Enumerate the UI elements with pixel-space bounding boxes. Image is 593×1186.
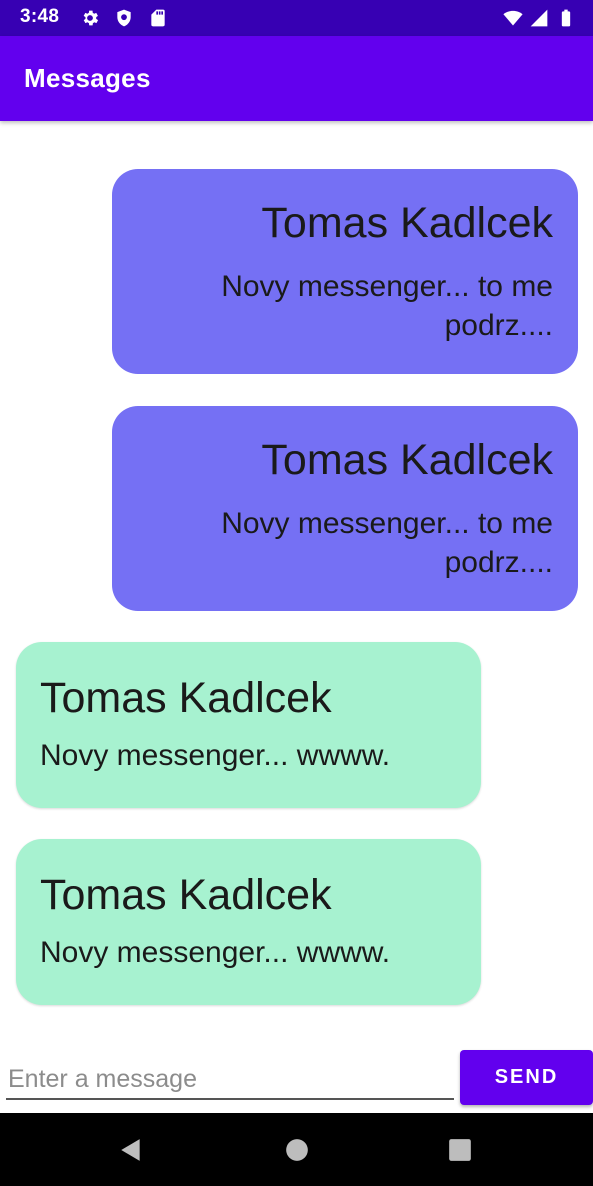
status-bar: 3:48 <box>0 0 593 36</box>
app-bar: Messages <box>0 36 593 121</box>
status-time: 3:48 <box>20 6 60 27</box>
sd-card-icon <box>148 8 168 28</box>
gear-icon <box>80 8 100 28</box>
message-sender: Tomas Kadlcek <box>40 674 332 722</box>
shield-icon <box>114 8 134 28</box>
message-sender: Tomas Kadlcek <box>261 199 553 247</box>
message-sender: Tomas Kadlcek <box>261 436 553 484</box>
message-text: Novy messenger... wwww. <box>40 739 391 772</box>
message-bubble-received[interactable]: Tomas Kadlcek Novy messenger... wwww. <box>16 839 481 1005</box>
message-bubble-sent[interactable]: Tomas Kadlcek Novy messenger... to me pod… <box>112 406 578 611</box>
message-bubble-received[interactable]: Tomas Kadlcek Novy messenger... wwww. <box>16 642 481 808</box>
message-text: Novy messenger... wwww. <box>40 936 391 969</box>
back-icon[interactable] <box>118 1137 144 1163</box>
message-text-line: Novy messenger... to me <box>221 270 553 303</box>
message-text-line: podrz.... <box>444 309 553 342</box>
battery-icon <box>556 8 576 28</box>
message-text: Novy messenger... to me podrz.... <box>137 267 553 345</box>
message-bubble-sent[interactable]: Tomas Kadlcek Novy messenger... to me pod… <box>112 169 578 374</box>
message-text-line: podrz.... <box>444 546 553 579</box>
message-sender: Tomas Kadlcek <box>40 871 332 919</box>
wifi-icon <box>503 8 523 28</box>
message-text: Novy messenger... to me podrz.... <box>137 504 553 582</box>
message-text-line: Novy messenger... to me <box>221 507 553 540</box>
home-icon[interactable] <box>284 1137 310 1163</box>
recents-icon[interactable] <box>447 1137 473 1163</box>
message-input[interactable] <box>6 1060 454 1100</box>
cellular-signal-icon <box>529 8 549 28</box>
send-button[interactable]: SEND <box>460 1050 593 1105</box>
app-title: Messages <box>24 63 151 93</box>
navigation-bar <box>0 1113 593 1186</box>
